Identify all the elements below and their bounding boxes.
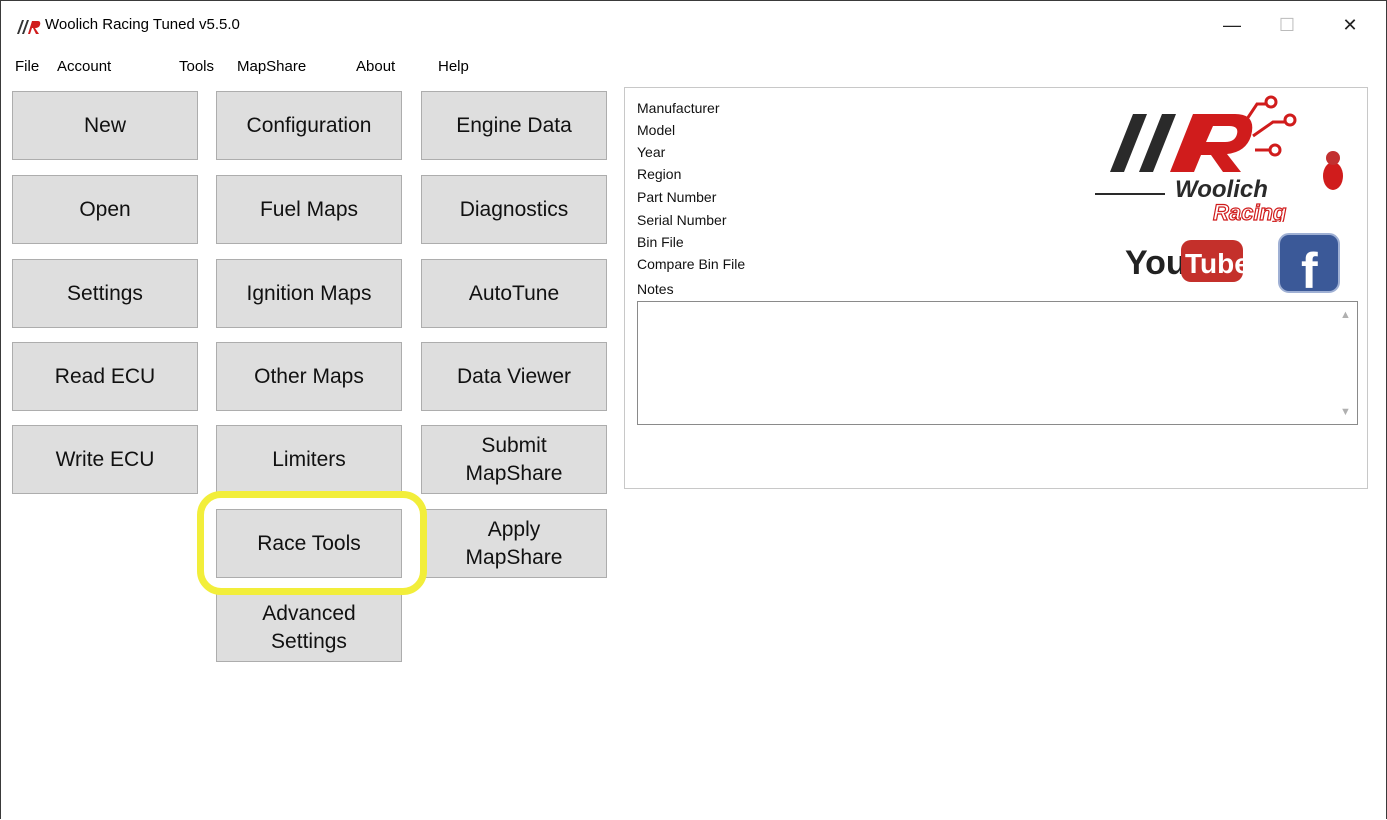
year-label: Year <box>637 144 666 160</box>
ignition-maps-button[interactable]: Ignition Maps <box>216 259 402 328</box>
menu-file[interactable]: File <box>15 58 39 75</box>
model-label: Model <box>637 122 676 138</box>
facebook-icon[interactable]: f <box>1277 232 1341 294</box>
woolich-logo-icon <box>17 20 41 34</box>
limiters-button[interactable]: Limiters <box>216 425 402 494</box>
menu-tools[interactable]: Tools <box>179 58 214 75</box>
window-title: Woolich Racing Tuned v5.5.0 <box>45 16 240 33</box>
settings-button[interactable]: Settings <box>12 259 198 328</box>
menu-help[interactable]: Help <box>438 58 469 75</box>
menu-about[interactable]: About <box>356 58 395 75</box>
menu-account[interactable]: Account <box>57 58 111 75</box>
maximize-icon: ☐ <box>1278 14 1296 35</box>
notes-textarea[interactable] <box>637 301 1358 425</box>
scroll-down-icon[interactable]: ▼ <box>1340 406 1361 482</box>
bike-info-panel: Manufacturer Model Year Region Part Numb… <box>624 87 1368 489</box>
other-maps-button[interactable]: Other Maps <box>216 342 402 411</box>
minimize-button[interactable]: — <box>1209 9 1255 41</box>
serial-number-label: Serial Number <box>637 212 727 228</box>
part-number-label: Part Number <box>637 189 717 205</box>
scroll-up-icon[interactable]: ▲ <box>1340 309 1361 321</box>
minimize-icon: — <box>1223 14 1241 35</box>
notes-label: Notes <box>637 281 674 297</box>
read-ecu-button[interactable]: Read ECU <box>12 342 198 411</box>
menu-mapshare[interactable]: MapShare <box>237 58 306 75</box>
new-button[interactable]: New <box>12 91 198 160</box>
compare-bin-file-label: Compare Bin File <box>637 256 746 272</box>
submit-mapshare-button[interactable]: Submit MapShare <box>421 425 607 494</box>
write-ecu-button[interactable]: Write ECU <box>12 425 198 494</box>
fuel-maps-button[interactable]: Fuel Maps <box>216 175 402 244</box>
brand-racing-text: Racing <box>1213 200 1287 222</box>
diagnostics-button[interactable]: Diagnostics <box>421 175 607 244</box>
manufacturer-label: Manufacturer <box>637 100 720 116</box>
youtube-tube-text: Tube <box>1185 248 1245 279</box>
engine-data-button[interactable]: Engine Data <box>421 91 607 160</box>
region-label: Region <box>637 166 682 182</box>
open-button[interactable]: Open <box>12 175 198 244</box>
close-icon: ✕ <box>1342 14 1358 35</box>
maximize-button[interactable]: ☐ <box>1264 9 1310 41</box>
youtube-you-text: You <box>1125 244 1187 282</box>
facebook-f-text: f <box>1301 243 1318 294</box>
advanced-settings-button[interactable]: Advanced Settings <box>216 593 402 662</box>
autotune-button[interactable]: AutoTune <box>421 259 607 328</box>
youtube-icon[interactable]: You Tube <box>1125 236 1245 286</box>
close-button[interactable]: ✕ <box>1327 9 1373 41</box>
main-window: Woolich Racing Tuned v5.5.0 — ☐ ✕ File A… <box>0 0 1387 819</box>
bin-file-label: Bin File <box>637 234 684 250</box>
title-bar: Woolich Racing Tuned v5.5.0 — ☐ ✕ <box>1 1 1386 49</box>
woolich-racing-logo: Woolich Racing <box>1095 95 1343 222</box>
race-tools-highlight <box>197 491 427 595</box>
brand-woolich-text: Woolich <box>1175 176 1268 203</box>
configuration-button[interactable]: Configuration <box>216 91 402 160</box>
menu-bar: File Account Tools MapShare About Help <box>1 53 1386 81</box>
data-viewer-button[interactable]: Data Viewer <box>421 342 607 411</box>
apply-mapshare-button[interactable]: Apply MapShare <box>421 509 607 578</box>
